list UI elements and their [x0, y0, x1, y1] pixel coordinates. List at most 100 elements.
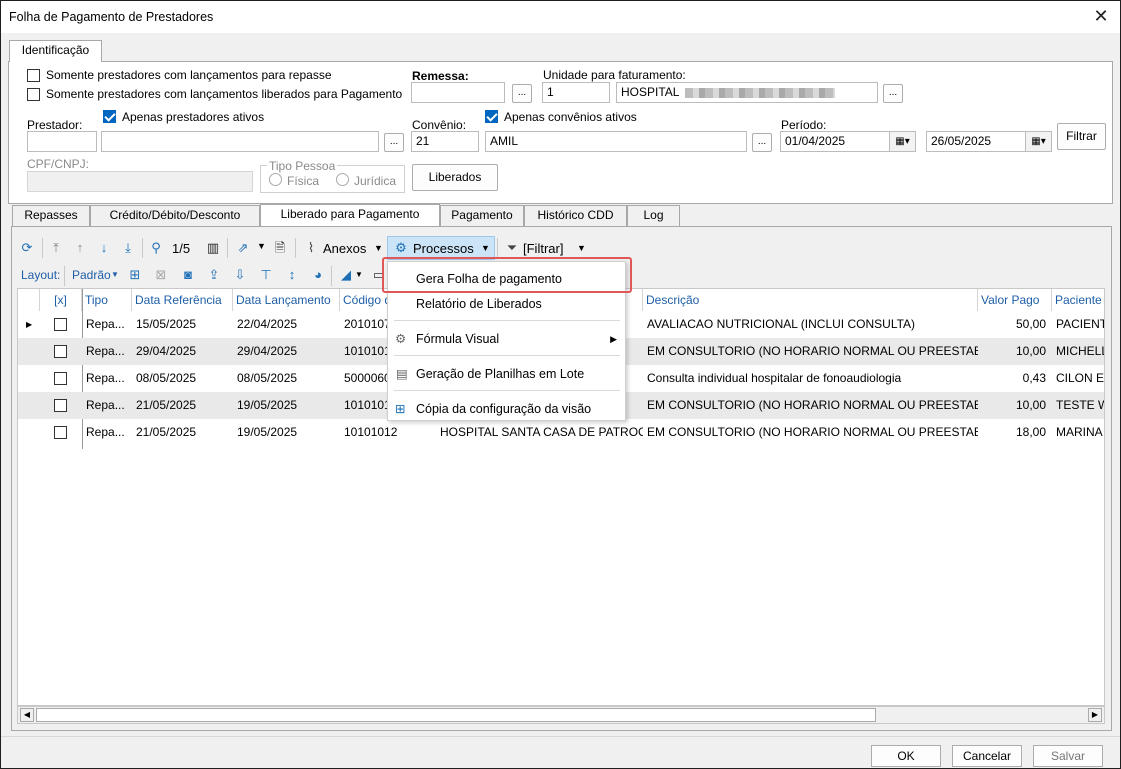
checkbox-liberados[interactable]	[27, 88, 40, 101]
horizontal-scrollbar[interactable]: ◀ ▶	[17, 706, 1105, 724]
layout-select[interactable]: Padrão	[72, 268, 111, 282]
upload-layout-icon[interactable]: ⇪	[205, 266, 223, 284]
filter-icon[interactable]: ⏷	[503, 239, 521, 257]
checkbox-liberados-label: Somente prestadores com lançamentos libe…	[46, 87, 403, 101]
scroll-left-icon[interactable]: ◀	[20, 708, 34, 722]
toolbar-separator	[142, 238, 143, 258]
cancel-button[interactable]: Cancelar	[952, 745, 1022, 767]
tab-liberado-pagamento[interactable]: Liberado para Pagamento	[260, 204, 440, 226]
tab-label: Liberado para Pagamento	[280, 207, 420, 221]
unidade-code-input[interactable]: 1	[542, 82, 610, 103]
chevron-down-icon[interactable]: ▼	[111, 270, 119, 279]
chevron-down-icon[interactable]: ▼	[257, 241, 266, 251]
column-header[interactable]: [x]	[40, 289, 82, 311]
scroll-thumb[interactable]	[36, 708, 876, 722]
unidade-name-input[interactable]: HOSPITAL	[616, 82, 878, 103]
column-header[interactable]: Tipo	[82, 289, 132, 311]
chevron-down-icon[interactable]: ▼	[355, 270, 363, 279]
cell-valor: 0,43	[1022, 371, 1046, 385]
column-header[interactable]: Descrição	[643, 289, 978, 311]
add-layout-icon[interactable]: ⊞	[126, 266, 144, 284]
prestador-lookup-button[interactable]: ...	[384, 133, 404, 152]
save-button[interactable]: Salvar	[1033, 745, 1103, 767]
move-up-icon[interactable]: ↑	[71, 239, 89, 257]
date-to-input[interactable]: 26/05/2025 ▦▾	[926, 131, 1052, 152]
unidade-name-value: HOSPITAL	[621, 85, 680, 99]
date-from-input[interactable]: 01/04/2025 ▦▾	[780, 131, 916, 152]
save-layout-icon[interactable]: ◙	[179, 266, 197, 284]
convenio-code-input[interactable]: 21	[411, 131, 479, 152]
submenu-arrow-icon: ▶	[610, 334, 617, 344]
columns-icon[interactable]: ▥	[204, 239, 222, 257]
remessa-input[interactable]	[411, 82, 505, 103]
move-first-icon[interactable]: ⤒	[47, 239, 65, 257]
tab-credito-debito[interactable]: Crédito/Débito/Desconto	[90, 205, 260, 226]
calendar-icon[interactable]: ▦▾	[1025, 132, 1051, 151]
move-last-icon[interactable]: ⤓	[119, 239, 137, 257]
unidade-lookup-button[interactable]: ...	[883, 84, 903, 103]
cpf-input[interactable]	[27, 171, 253, 192]
move-down-icon[interactable]: ↓	[95, 239, 113, 257]
close-icon[interactable]: ✕	[1090, 5, 1112, 27]
split-icon[interactable]: ↕	[283, 266, 301, 284]
menu-item-gera-folha[interactable]: Gera Folha de pagamento	[388, 266, 625, 292]
prestador-code-input[interactable]	[27, 131, 97, 152]
shapes-icon[interactable]: ◕	[309, 266, 327, 284]
checkbox-prestadores-ativos[interactable]	[103, 110, 116, 123]
scroll-right-icon[interactable]: ▶	[1088, 708, 1102, 722]
menu-separator	[394, 355, 620, 356]
delete-layout-icon[interactable]: ⊠	[152, 266, 170, 284]
tab-identificacao[interactable]: Identificação	[9, 40, 102, 62]
print-icon[interactable]: ▭	[370, 266, 388, 284]
convenio-name-input[interactable]: AMIL	[485, 131, 747, 152]
calendar-icon[interactable]: ▦▾	[889, 132, 915, 151]
tab-pagamento[interactable]: Pagamento	[440, 205, 524, 226]
document-icon[interactable]: 🗎	[271, 239, 289, 257]
menu-item-copia-configuracao[interactable]: ⊞ Cópia da configuração da visão	[388, 396, 625, 422]
date-from-value: 01/04/2025	[785, 134, 846, 148]
page-indicator: 1/5	[172, 241, 191, 256]
row-checkbox[interactable]	[54, 399, 67, 412]
export-icon[interactable]: ⇗	[234, 239, 252, 257]
tab-historico-cdd[interactable]: Histórico CDD	[524, 205, 627, 226]
row-checkbox[interactable]	[54, 372, 67, 385]
anexos-button[interactable]: Anexos	[323, 241, 366, 256]
filtrar-dropdown[interactable]: [Filtrar]	[523, 241, 563, 256]
table-row[interactable]: Repa... 21/05/2025 19/05/2025 10101012 HOSPI…	[18, 419, 1104, 446]
filtrar-button[interactable]: Filtrar	[1057, 123, 1106, 150]
toolbar-separator	[295, 238, 296, 258]
row-checkbox[interactable]	[54, 318, 67, 331]
pin-icon[interactable]: ⊤	[257, 266, 275, 284]
menu-item-relatorio-liberados[interactable]: Relatório de Liberados	[388, 291, 625, 317]
checkbox-repasse[interactable]	[27, 69, 40, 82]
menu-item-formula-visual[interactable]: ⚙ Fórmula Visual ▶	[388, 326, 625, 352]
toolbar-separator	[64, 266, 65, 286]
menu-item-geracao-planilhas[interactable]: ▤ Geração de Planilhas em Lote	[388, 361, 625, 387]
column-header[interactable]: Valor Pago	[978, 289, 1052, 311]
paperclip-icon[interactable]: ⌇	[302, 239, 320, 257]
row-checkbox[interactable]	[54, 345, 67, 358]
download-layout-icon[interactable]: ⇩	[231, 266, 249, 284]
cell-origem: HOSPITAL SANTA CASA DE PATROCI...	[440, 425, 643, 439]
refresh-icon[interactable]: ⟳	[18, 239, 36, 257]
chevron-down-icon[interactable]: ▼	[481, 243, 490, 253]
radio-fisica[interactable]	[269, 173, 282, 186]
radio-juridica[interactable]	[336, 173, 349, 186]
tab-repasses[interactable]: Repasses	[12, 205, 90, 226]
ok-button[interactable]: OK	[871, 745, 941, 767]
liberados-button[interactable]: Liberados	[412, 164, 498, 191]
column-header[interactable]: Paciente	[1052, 289, 1104, 311]
prestador-name-input[interactable]	[101, 131, 379, 152]
checkbox-convenios-ativos[interactable]	[485, 110, 498, 123]
chevron-down-icon[interactable]: ▼	[374, 243, 383, 253]
convenio-lookup-button[interactable]: ...	[752, 133, 772, 152]
column-header[interactable]: Data Referência	[132, 289, 233, 311]
tab-log[interactable]: Log	[627, 205, 680, 226]
cell-valor: 18,00	[1015, 425, 1046, 439]
row-checkbox[interactable]	[54, 426, 67, 439]
column-header[interactable]: Data Lançamento	[233, 289, 340, 311]
chevron-down-icon[interactable]: ▼	[577, 243, 586, 253]
search-icon[interactable]: ⚲	[147, 239, 165, 257]
remessa-lookup-button[interactable]: ...	[512, 84, 532, 103]
chart-icon[interactable]: ◢	[337, 266, 355, 284]
